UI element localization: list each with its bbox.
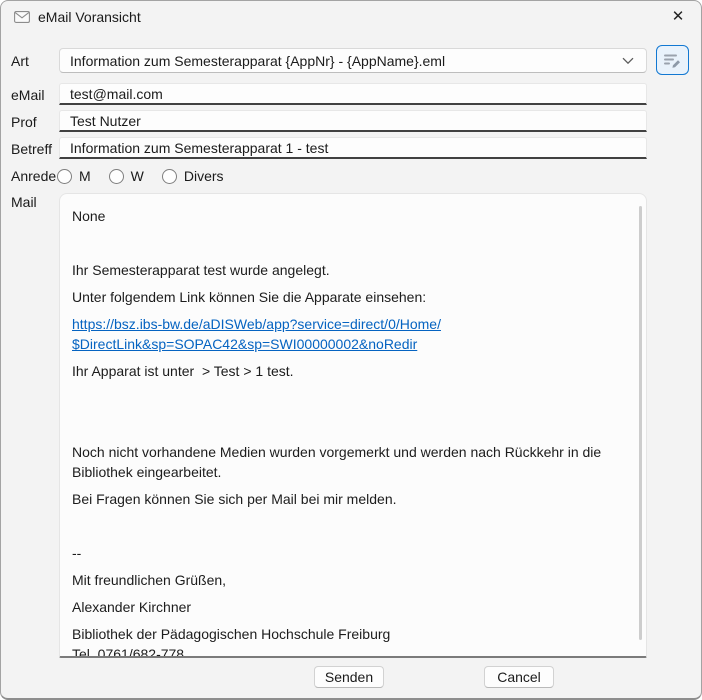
mail-label: Mail (11, 194, 37, 210)
mail-paragraph: Noch nicht vorhandene Medien wurden vorg… (72, 442, 626, 482)
radio-option-m[interactable]: M (57, 168, 91, 184)
mail-paragraph: Alexander Kirchner (72, 597, 626, 617)
window-title: eMail Voransicht (38, 9, 141, 25)
radio-option-divers[interactable]: Divers (162, 168, 224, 184)
radio-circle-icon (109, 169, 124, 184)
edit-template-button[interactable] (656, 45, 689, 75)
mail-paragraph: Unter folgendem Link können Sie die Appa… (72, 287, 626, 307)
edit-template-icon (663, 52, 682, 69)
mail-paragraph: -- (72, 543, 626, 563)
mail-paragraph: None (72, 206, 626, 226)
anrede-label: Anrede (11, 168, 56, 184)
radio-label-w: W (131, 168, 144, 184)
mail-paragraph (72, 233, 626, 253)
mail-paragraph (72, 388, 626, 408)
mail-paragraph (72, 516, 626, 536)
email-preview-dialog: eMail Voransicht ✕ Art Information zum S… (0, 0, 702, 700)
title-bar: eMail Voransicht ✕ (1, 1, 701, 33)
art-label: Art (11, 53, 29, 69)
radio-label-divers: Divers (184, 168, 224, 184)
anrede-radio-group: M W Divers (57, 166, 242, 186)
close-button[interactable]: ✕ (655, 1, 701, 33)
mail-paragraph: Mit freundlichen Grüßen, (72, 570, 626, 590)
prof-input[interactable] (59, 110, 647, 132)
betreff-input[interactable] (59, 137, 647, 159)
radio-circle-icon (162, 169, 177, 184)
betreff-label: Betreff (11, 141, 52, 157)
mail-paragraph: Ihr Semesterapparat test wurde angelegt. (72, 260, 626, 280)
chevron-down-icon (622, 57, 634, 65)
mail-scrollbar[interactable] (639, 206, 642, 640)
email-input[interactable] (59, 83, 647, 105)
radio-circle-icon (57, 169, 72, 184)
mail-paragraph: Ihr Apparat ist unter > Test > 1 test. (72, 361, 626, 381)
mail-paragraph: Bei Fragen können Sie sich per Mail bei … (72, 489, 626, 509)
template-combobox-value: Information zum Semesterapparat {AppNr} … (60, 53, 622, 69)
send-button[interactable]: Senden (314, 666, 384, 688)
radio-label-m: M (79, 168, 91, 184)
radio-option-w[interactable]: W (109, 168, 144, 184)
mail-preview-box[interactable]: None Ihr Semesterapparat test wurde ange… (59, 193, 647, 658)
semesterapparat-link[interactable]: $DirectLink&sp=SOPAC42&sp=SWI00000002&no… (72, 334, 626, 354)
template-combobox[interactable]: Information zum Semesterapparat {AppNr} … (59, 48, 647, 73)
mail-envelope-icon (14, 11, 30, 23)
mail-paragraph: Bibliothek der Pädagogischen Hochschule … (72, 624, 626, 656)
mail-body-content: None Ihr Semesterapparat test wurde ange… (60, 194, 646, 656)
mail-paragraph (72, 415, 626, 435)
email-label: eMail (11, 87, 44, 103)
prof-label: Prof (11, 114, 37, 130)
cancel-button[interactable]: Cancel (484, 666, 554, 688)
close-icon: ✕ (672, 8, 685, 25)
mail-paragraph: https://bsz.ibs-bw.de/aDISWeb/app?servic… (72, 314, 626, 354)
semesterapparat-link[interactable]: https://bsz.ibs-bw.de/aDISWeb/app?servic… (72, 314, 626, 334)
